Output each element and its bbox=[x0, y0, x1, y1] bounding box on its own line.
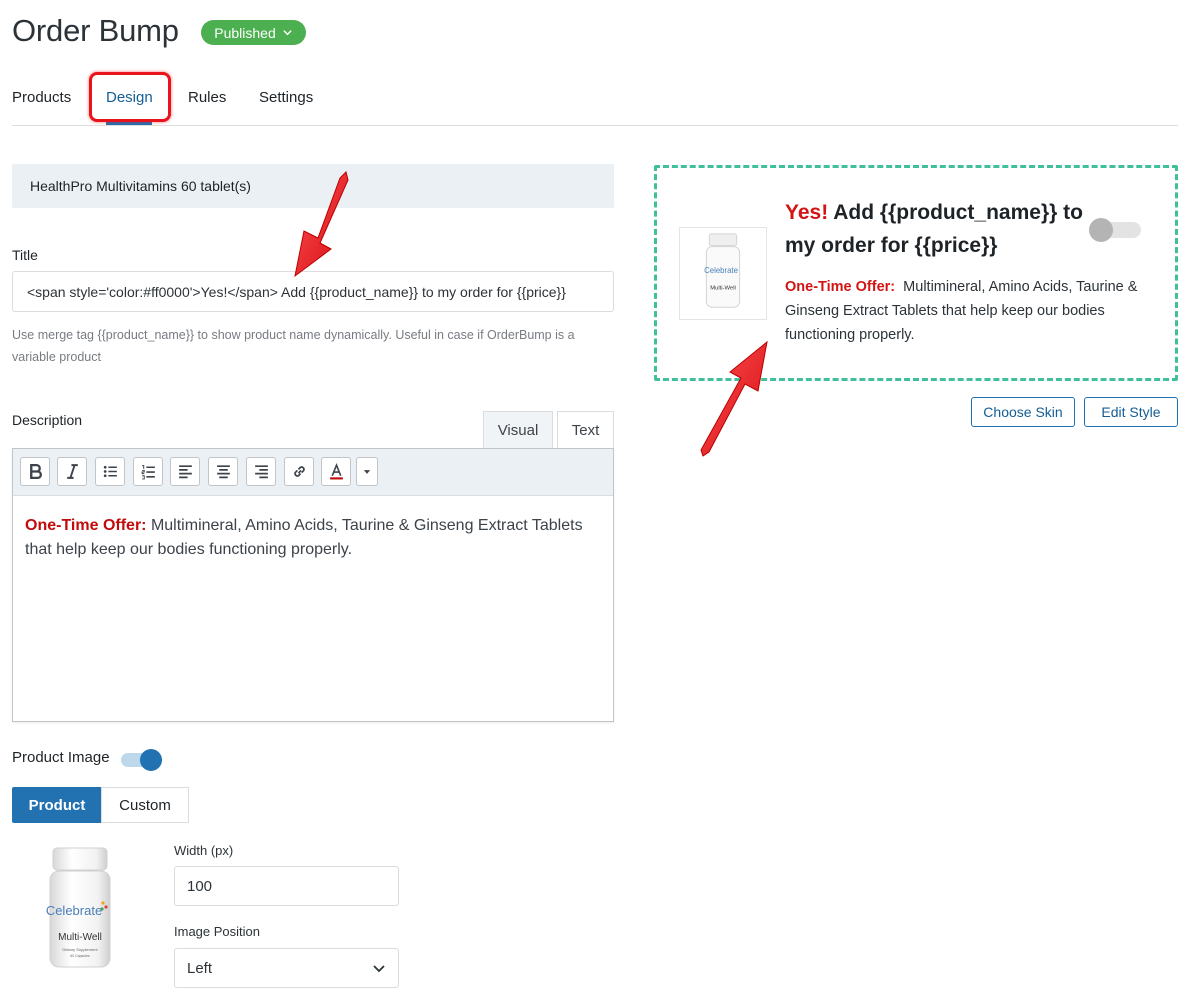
annotation-highlight-box bbox=[89, 72, 171, 122]
preview-thumbnail: Celebrate Multi-Well bbox=[679, 227, 767, 320]
bullet-list-button[interactable] bbox=[95, 457, 125, 486]
page-title: Order Bump bbox=[12, 13, 179, 48]
tab-products[interactable]: Products bbox=[12, 88, 71, 108]
bottle-count-text: 60 Capsules bbox=[70, 954, 90, 958]
preview-add-toggle[interactable] bbox=[1089, 218, 1141, 242]
preview-description: One-Time Offer: Multimineral, Amino Acid… bbox=[785, 275, 1157, 347]
bottle-sub-text: Dietary Supplement bbox=[62, 947, 98, 952]
image-source-custom-button[interactable]: Custom bbox=[101, 787, 189, 823]
bottle-product-text: Multi-Well bbox=[58, 932, 102, 943]
dropdown-arrow-icon bbox=[363, 469, 371, 474]
text-color-icon bbox=[329, 463, 343, 480]
title-label: Title bbox=[12, 247, 38, 263]
product-name-strip: HealthPro Multivitamins 60 tablet(s) bbox=[12, 164, 614, 208]
tab-rules[interactable]: Rules bbox=[188, 88, 226, 108]
editor-content[interactable]: One-Time Offer: Multimineral, Amino Acid… bbox=[25, 514, 600, 562]
edit-style-button[interactable]: Edit Style bbox=[1084, 397, 1178, 427]
image-position-select[interactable]: Left bbox=[174, 948, 399, 988]
width-label: Width (px) bbox=[174, 843, 234, 858]
preview-title-rest: Add {{product_name}} to my order for {{p… bbox=[785, 201, 1083, 257]
title-input[interactable] bbox=[12, 271, 614, 312]
align-right-icon bbox=[254, 465, 268, 479]
preview-offer-label: One-Time Offer: bbox=[785, 279, 896, 295]
product-image-label: Product Image bbox=[12, 749, 110, 766]
product-image-toggle[interactable] bbox=[121, 748, 164, 772]
preview-bottle-brand: Celebrate bbox=[704, 266, 738, 275]
bold-icon bbox=[29, 463, 42, 480]
image-source-product-button[interactable]: Product bbox=[12, 787, 102, 823]
link-button[interactable] bbox=[284, 457, 314, 486]
preview-title-yes: Yes! bbox=[785, 201, 829, 224]
preview-title: Yes! Add {{product_name}} to my order fo… bbox=[785, 196, 1090, 262]
numbered-list-button[interactable] bbox=[133, 457, 163, 486]
align-center-button[interactable] bbox=[208, 457, 238, 486]
italic-icon bbox=[66, 464, 78, 479]
tabs-divider bbox=[12, 125, 1178, 126]
text-color-button[interactable] bbox=[321, 457, 351, 486]
align-center-icon bbox=[216, 465, 230, 479]
tab-settings[interactable]: Settings bbox=[259, 88, 313, 108]
status-label: Published bbox=[214, 24, 276, 41]
preview-bottle-image: Celebrate Multi-Well bbox=[704, 233, 741, 308]
bullet-list-icon bbox=[103, 465, 117, 478]
numbered-list-icon bbox=[141, 465, 155, 480]
preview-bottle-product: Multi-Well bbox=[710, 286, 736, 292]
description-label: Description bbox=[12, 412, 83, 428]
text-color-dropdown-button[interactable] bbox=[356, 457, 378, 486]
editor-tab-text[interactable]: Text bbox=[557, 411, 614, 449]
align-left-icon bbox=[178, 465, 192, 479]
image-position-value: Left bbox=[187, 959, 213, 977]
width-input[interactable] bbox=[174, 866, 399, 906]
bottle-brand-text: Celebrate bbox=[46, 903, 102, 918]
chevron-down-icon bbox=[283, 30, 292, 36]
offer-label: One-Time Offer: bbox=[25, 517, 147, 534]
align-right-button[interactable] bbox=[246, 457, 276, 486]
bold-button[interactable] bbox=[20, 457, 50, 486]
italic-button[interactable] bbox=[57, 457, 87, 486]
align-left-button[interactable] bbox=[170, 457, 200, 486]
image-position-label: Image Position bbox=[174, 924, 260, 939]
status-dropdown[interactable]: Published bbox=[201, 20, 306, 45]
editor-tab-visual[interactable]: Visual bbox=[483, 411, 553, 449]
product-bottle-image: Celebrate Multi-Well Dietary Supplement … bbox=[46, 847, 111, 968]
choose-skin-button[interactable]: Choose Skin bbox=[971, 397, 1075, 427]
chevron-down-icon bbox=[373, 965, 385, 973]
title-help-text: Use merge tag {{product_name}} to show p… bbox=[12, 328, 575, 364]
link-icon bbox=[293, 466, 305, 477]
